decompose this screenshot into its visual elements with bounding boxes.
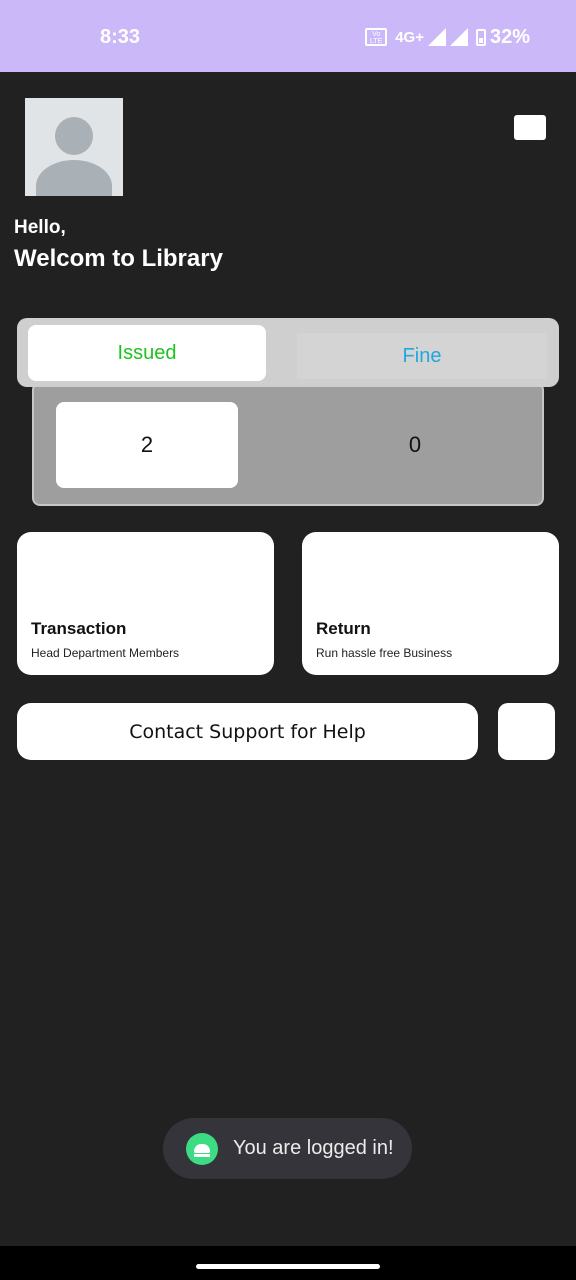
fine-count: 0 — [408, 432, 422, 457]
welcome-title: Welcom to Library — [14, 245, 223, 272]
navigation-bar — [0, 1246, 576, 1280]
avatar-body-shape — [36, 160, 112, 196]
tab-fine[interactable]: Fine — [297, 333, 547, 379]
battery-percent: 32% — [489, 25, 530, 48]
transaction-card[interactable]: Transaction Head Department Members — [17, 532, 274, 675]
signal-icon — [449, 28, 468, 46]
contact-support-button[interactable]: Contact Support for Help — [17, 703, 478, 760]
android-icon — [186, 1132, 218, 1165]
avatar[interactable] — [25, 98, 123, 196]
card-title: Transaction — [31, 619, 127, 638]
menu-button[interactable] — [514, 115, 546, 140]
support-side-button[interactable] — [498, 703, 555, 760]
signal-icon — [427, 28, 446, 46]
issued-count: 2 — [56, 402, 238, 488]
return-card[interactable]: Return Run hassle free Business — [302, 532, 559, 675]
volte-icon: Vo LTE — [365, 28, 388, 46]
status-icons: Vo LTE 4G+ 32% — [365, 25, 530, 49]
toast-message: You are logged in! — [233, 1137, 394, 1159]
status-bar: 8:33 Vo LTE 4G+ 32% — [0, 0, 576, 72]
card-subtitle: Head Department Members — [31, 646, 180, 660]
toast: You are logged in! — [163, 1118, 412, 1179]
battery-icon — [475, 28, 486, 46]
card-subtitle: Run hassle free Business — [316, 646, 453, 660]
card-title: Return — [316, 619, 371, 638]
tab-issued[interactable]: Issued — [28, 325, 266, 381]
network-type: 4G+ — [395, 28, 424, 46]
greeting-text: Hello, — [14, 217, 66, 238]
status-time: 8:33 — [100, 26, 141, 48]
avatar-placeholder-icon — [55, 117, 93, 155]
home-handle[interactable] — [196, 1264, 380, 1269]
